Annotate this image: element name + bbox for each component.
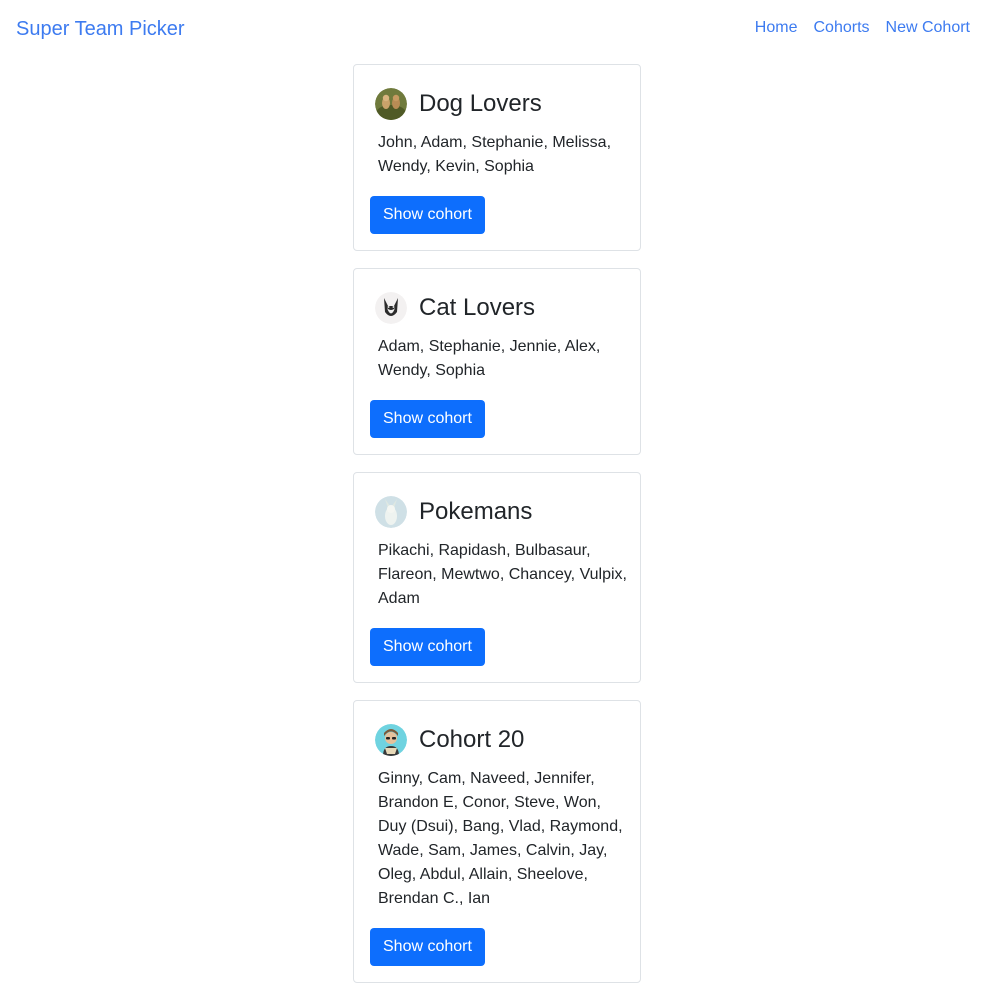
cohort-title: Cat Lovers <box>419 294 536 321</box>
show-cohort-button[interactable]: Show cohort <box>370 628 485 666</box>
person-avatar-icon <box>375 724 407 756</box>
nav-links: Home Cohorts New Cohort <box>755 18 970 38</box>
cohort-card: Cat Lovers Adam, Stephanie, Jennie, Alex… <box>353 268 641 455</box>
cohort-card-header: Cohort 20 <box>370 721 624 759</box>
nav-link-new-cohort[interactable]: New Cohort <box>886 18 970 38</box>
nav-link-cohorts[interactable]: Cohorts <box>813 18 869 38</box>
cohort-title: Cohort 20 <box>419 726 525 753</box>
cohort-members: Ginny, Cam, Naveed, Jennifer, Brandon E,… <box>378 770 623 907</box>
show-cohort-button[interactable]: Show cohort <box>370 196 485 234</box>
cohort-card-header: Dog Lovers <box>370 85 624 123</box>
cohort-title: Dog Lovers <box>419 90 542 117</box>
cohort-members: Pikachi, Rapidash, Bulbasaur, Flareon, M… <box>378 542 627 607</box>
cohort-members: Adam, Stephanie, Jennie, Alex, Wendy, So… <box>378 338 601 379</box>
cohort-card: Pokemans Pikachi, Rapidash, Bulbasaur, F… <box>353 472 641 683</box>
cohort-list: Dog Lovers John, Adam, Stephanie, Meliss… <box>353 64 641 1000</box>
navbar: Super Team Picker Home Cohorts New Cohor… <box>0 0 994 58</box>
cohort-card: Cohort 20 Ginny, Cam, Naveed, Jennifer, … <box>353 700 641 983</box>
cohort-card: Dog Lovers John, Adam, Stephanie, Meliss… <box>353 64 641 251</box>
cohort-title: Pokemans <box>419 498 533 525</box>
cohort-members: John, Adam, Stephanie, Melissa, Wendy, K… <box>378 134 612 175</box>
cohort-card-header: Cat Lovers <box>370 289 624 327</box>
brand-link[interactable]: Super Team Picker <box>16 16 185 42</box>
nav-link-home[interactable]: Home <box>755 18 798 38</box>
show-cohort-button[interactable]: Show cohort <box>370 928 485 966</box>
cohort-card-header: Pokemans <box>370 493 624 531</box>
pokemon-avatar-icon <box>375 496 407 528</box>
cat-avatar-icon <box>375 292 407 324</box>
dog-avatar-icon <box>375 88 407 120</box>
show-cohort-button[interactable]: Show cohort <box>370 400 485 438</box>
